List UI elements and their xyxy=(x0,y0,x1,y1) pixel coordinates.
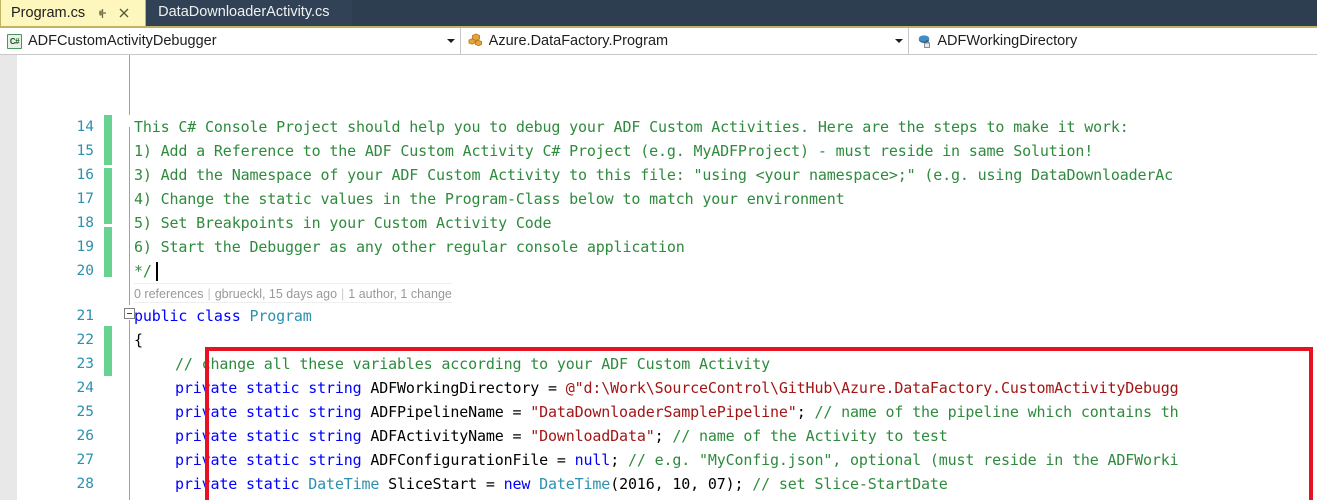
tab-label: Program.cs xyxy=(11,5,86,21)
code-line[interactable]: private static string ADFConfigurationFi… xyxy=(175,448,1179,472)
editor-tab-strip: Program.cs DataDownloaderActivity.cs xyxy=(0,0,1317,28)
line-number: 24 xyxy=(76,380,94,396)
navigation-bar: C# ADFCustomActivityDebugger Azure.DataF… xyxy=(0,28,1317,55)
tab-program-cs[interactable]: Program.cs xyxy=(0,0,147,26)
chevron-down-icon[interactable] xyxy=(444,39,458,43)
code-token: ; xyxy=(654,427,673,445)
line-number: 20 xyxy=(76,263,94,279)
line-number: 25 xyxy=(76,404,94,420)
code-line[interactable]: */ xyxy=(134,259,152,283)
code-token: ; xyxy=(796,403,815,421)
code-token: ADFConfigurationFile = xyxy=(370,451,575,469)
code-token: private static string xyxy=(175,379,371,397)
code-token: "DataDownloaderSamplePipeline" xyxy=(530,403,797,421)
code-token: ; xyxy=(610,451,628,469)
code-token: 3) Add the Namespace of your ADF Custom … xyxy=(134,166,1174,184)
line-number: 28 xyxy=(76,476,94,492)
code-token: new xyxy=(503,475,540,493)
code-text-area[interactable]: This C# Console Project should help you … xyxy=(104,55,1317,500)
member-dropdown-label: ADFWorkingDirectory xyxy=(937,33,1078,49)
chevron-down-icon[interactable] xyxy=(892,39,906,43)
code-token: private static string xyxy=(175,451,371,469)
code-token: public xyxy=(134,307,197,325)
type-dropdown[interactable]: Azure.DataFactory.Program xyxy=(460,28,909,54)
code-token: ADFWorkingDirectory = xyxy=(370,379,566,397)
code-token: */ xyxy=(134,262,152,280)
line-number: 23 xyxy=(76,356,94,372)
code-line[interactable]: private static DateTime SliceEnd = new D… xyxy=(175,496,912,500)
code-token: // e.g. "MyConfig.json", optional (must … xyxy=(627,451,1179,469)
line-number: 17 xyxy=(76,191,94,207)
code-line[interactable]: 6) Start the Debugger as any other regul… xyxy=(134,235,685,259)
code-line[interactable]: private static string ADFWorkingDirector… xyxy=(175,376,1179,400)
codelens-bar: 0 references | gbrueckl, 15 days ago | 1 aut… xyxy=(134,283,452,303)
codelens-references[interactable]: 0 references xyxy=(134,287,203,301)
code-line[interactable]: 1) Add a Reference to the ADF Custom Act… xyxy=(134,139,1093,163)
pin-icon[interactable] xyxy=(95,6,110,21)
line-number: 27 xyxy=(76,452,94,468)
code-token: private static string xyxy=(175,403,371,421)
code-token: // name of the pipeline which contains t… xyxy=(814,403,1179,421)
code-line[interactable]: // change all these variables according … xyxy=(175,352,770,376)
line-number: 16 xyxy=(76,167,94,183)
field-private-icon xyxy=(915,33,932,50)
codelens-separator: | xyxy=(207,287,211,301)
code-token: @"d:\Work\SourceControl\GitHub\Azure.Dat… xyxy=(565,379,1179,397)
line-number: 29 xyxy=(24,496,94,500)
code-line[interactable]: 3) Add the Namespace of your ADF Custom … xyxy=(134,163,1173,187)
code-token: This C# Console Project should help you … xyxy=(134,118,1129,136)
codelens-author[interactable]: gbrueckl, 15 days ago xyxy=(215,287,337,301)
code-line[interactable]: private static string ADFPipelineName = … xyxy=(175,400,1179,424)
code-token: null xyxy=(574,451,611,469)
code-token: SliceStart = xyxy=(388,475,504,493)
code-token: { xyxy=(134,331,143,349)
close-icon[interactable] xyxy=(116,6,131,21)
code-line[interactable]: { xyxy=(134,328,143,352)
csharp-project-icon: C# xyxy=(6,33,23,50)
code-token: 6) Start the Debugger as any other regul… xyxy=(134,238,685,256)
code-token: private static string xyxy=(175,427,371,445)
type-dropdown-label: Azure.DataFactory.Program xyxy=(488,33,669,49)
code-token: DateTime xyxy=(539,475,611,493)
code-token: class xyxy=(196,307,250,325)
code-editor[interactable]: 141516171819202122232425262728293031 Thi… xyxy=(0,55,1317,500)
line-number: 22 xyxy=(76,332,94,348)
code-token: (2016, 10, 07); xyxy=(610,475,753,493)
code-token: // change all these variables according … xyxy=(175,355,771,373)
line-number: 19 xyxy=(76,239,94,255)
code-token: ADFPipelineName = xyxy=(370,403,531,421)
code-line[interactable]: private static DateTime SliceStart = new… xyxy=(175,472,948,496)
member-dropdown[interactable]: ADFWorkingDirectory xyxy=(909,28,1317,54)
code-line[interactable]: 4) Change the static values in the Progr… xyxy=(134,187,845,211)
code-line[interactable]: This C# Console Project should help you … xyxy=(134,115,1129,139)
code-token: 4) Change the static values in the Progr… xyxy=(134,190,845,208)
code-line[interactable]: 5) Set Breakpoints in your Custom Activi… xyxy=(134,211,552,235)
line-number: 14 xyxy=(76,119,94,135)
class-icon xyxy=(467,33,484,50)
code-token: 1) Add a Reference to the ADF Custom Act… xyxy=(134,142,1094,160)
line-number: 21 xyxy=(76,308,94,324)
text-cursor xyxy=(156,262,158,281)
codelens-changes[interactable]: 1 author, 1 change xyxy=(348,287,452,301)
project-dropdown[interactable]: C# ADFCustomActivityDebugger xyxy=(0,28,460,54)
code-line[interactable]: private static string ADFActivityName = … xyxy=(175,424,948,448)
tab-datadownloaderactivity-cs[interactable]: DataDownloaderActivity.cs xyxy=(146,0,352,26)
code-token: Program xyxy=(249,307,312,325)
code-token: DateTime xyxy=(308,475,389,493)
codelens-separator: | xyxy=(341,287,345,301)
code-line[interactable]: public class Program xyxy=(134,304,312,328)
code-token: private static xyxy=(175,475,309,493)
tab-label: DataDownloaderActivity.cs xyxy=(158,4,330,20)
project-dropdown-label: ADFCustomActivityDebugger xyxy=(28,33,217,49)
code-token: 5) Set Breakpoints in your Custom Activi… xyxy=(134,214,552,232)
code-token: // name of the Activity to test xyxy=(672,427,948,445)
line-number: 15 xyxy=(76,143,94,159)
code-token: // set Slice-StartDate xyxy=(752,475,948,493)
code-token: "DownloadData" xyxy=(530,427,655,445)
line-number: 18 xyxy=(76,215,94,231)
line-number-gutter: 141516171819202122232425262728293031 xyxy=(18,55,104,500)
breakpoint-margin[interactable] xyxy=(0,55,18,500)
line-number: 26 xyxy=(76,428,94,444)
code-token: ADFActivityName = xyxy=(370,427,531,445)
